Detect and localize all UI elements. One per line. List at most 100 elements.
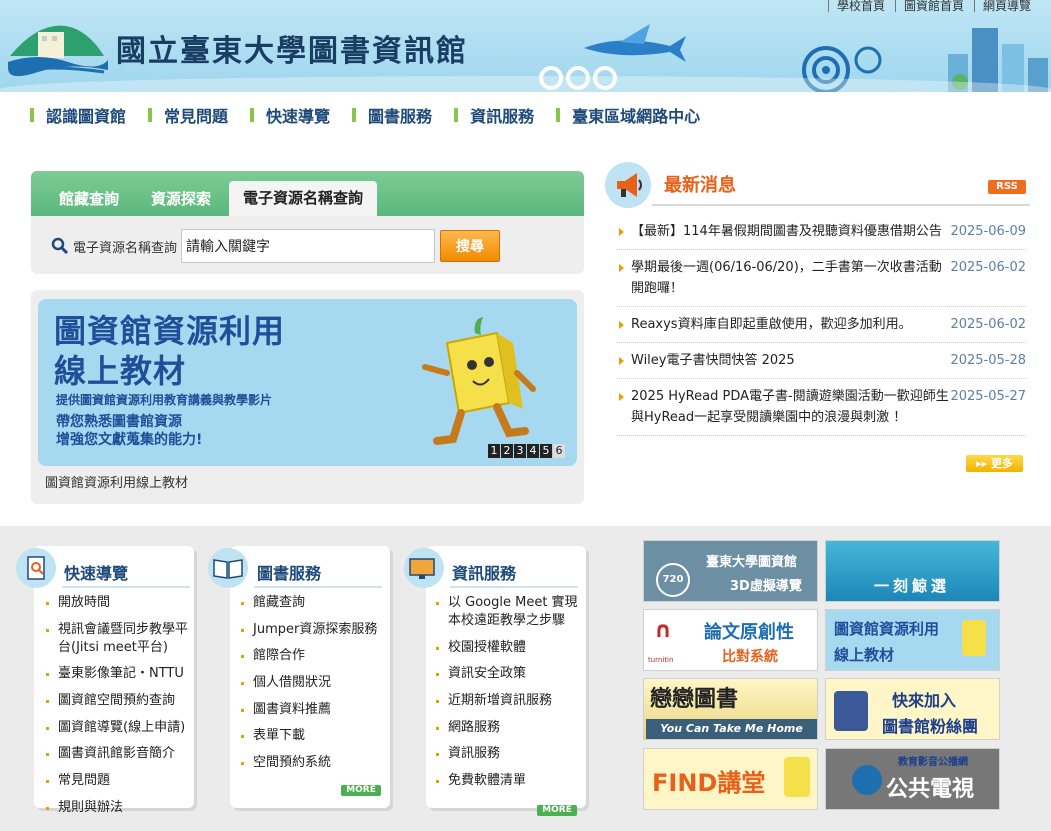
list-item[interactable]: 空間預約系統 [241, 754, 391, 772]
news-item-date: 2025-06-02 [950, 260, 1026, 275]
tab-eresource[interactable]: 電子資源名稱查詢 [229, 181, 378, 216]
nav-quick-guide[interactable]: 快速導覽 [250, 103, 330, 127]
banner-title-line2: 線上教材 [54, 352, 187, 390]
top-link-sitemap[interactable]: 網頁導覽 [973, 0, 1031, 12]
list-item[interactable]: 資訊安全政策 [436, 665, 586, 683]
list-item[interactable]: 圖書資訊館影音簡介 [46, 745, 196, 763]
search-button[interactable]: 搜尋 [440, 230, 501, 262]
list-item[interactable]: 視訊會議暨同步教學平台(Jitsi meet平台) [46, 621, 196, 657]
banner-tagline-line2: 增強您文獻蒐集的能力! [56, 432, 203, 448]
nav-regional-network[interactable]: 臺東區域網路中心 [556, 103, 700, 127]
pager-3[interactable]: 3 [514, 444, 526, 458]
rss-button[interactable]: RSS [988, 180, 1026, 194]
list-item[interactable]: 近期新增資訊服務 [436, 692, 586, 710]
nav-bullet [30, 108, 34, 122]
list-item[interactable]: 網路服務 [436, 719, 586, 737]
news-item-date: 2025-05-27 [950, 389, 1026, 404]
tile-public-tv-line1: 教育影音公播網 [898, 757, 968, 768]
news-item-text: Reaxys資料庫自即起重啟使用，歡迎多加利用。 [631, 317, 912, 332]
tile-whale[interactable]: 一刻鯨選 [825, 540, 1000, 602]
tile-online-course[interactable]: 圖資館資源利用 線上教材 [825, 609, 1000, 671]
tile-find-lecture[interactable]: FIND講堂 [643, 748, 818, 810]
nav-about[interactable]: 認識圖資館 [30, 103, 126, 127]
list-item[interactable]: 圖書資料推薦 [241, 701, 391, 719]
tile-3d-tour-line2: 3D虛擬導覽 [730, 579, 802, 594]
tab-discovery[interactable]: 資源探索 [137, 183, 225, 216]
megaphone-icon [605, 162, 651, 208]
top-link-library[interactable]: 圖資館首頁 [894, 0, 964, 12]
tile-online-course-line1: 圖資館資源利用 [834, 620, 940, 638]
book-mascot-icon [422, 317, 536, 445]
pager-6[interactable]: 6 [553, 444, 565, 458]
tile-3d-tour-line1: 臺東大學圖資館 [706, 555, 798, 570]
banner-pager: 1 2 3 4 5 6 [488, 444, 565, 458]
main-nav: 認識圖資館 常見問題 快速導覽 圖書服務 資訊服務 臺東區域網路中心 [0, 92, 1051, 138]
news-item-date: 2025-05-28 [950, 353, 1026, 368]
banner-caption[interactable]: 圖資館資源利用線上教材 [45, 472, 188, 491]
news-item[interactable]: Wiley電子書快問快答 2025 2025-05-28 [617, 343, 1026, 379]
card-book-services-list: 館藏查詢 Jumper資源探索服務 館際合作 個人借閱狀況 圖書資料推薦 表單下… [241, 594, 391, 781]
tile-public-tv[interactable]: 教育影音公播網 公共電視 [825, 748, 1000, 810]
list-item[interactable]: 館藏查詢 [241, 594, 391, 612]
banner-title: 圖資館資源利用 線上教材 [54, 311, 285, 391]
banner-title-line1: 圖資館資源利用 [54, 312, 286, 350]
nav-bullet [148, 108, 153, 122]
list-item[interactable]: 以 Google Meet 實現本校遠距教學之步驟 [436, 594, 586, 630]
nav-label: 認識圖資館 [46, 107, 127, 126]
nav-info-services[interactable]: 資訊服務 [454, 103, 534, 127]
list-item[interactable]: 臺東影像筆記・NTTU [46, 665, 196, 683]
list-item[interactable]: 規則與辦法 [46, 799, 196, 817]
list-item[interactable]: 個人借閱狀況 [241, 674, 391, 692]
news-item[interactable]: 2025 HyRead PDA電子書-閱讀遊樂園活動一歡迎師生與HyRead一起… [617, 379, 1026, 436]
header-wave [0, 76, 1051, 92]
library-logo[interactable] [8, 16, 108, 80]
nav-book-services[interactable]: 圖書服務 [352, 103, 432, 127]
tile-3d-tour[interactable]: 720 臺東大學圖資館 3D虛擬導覽 [643, 540, 818, 602]
list-item[interactable]: 圖資館導覽(線上申請) [46, 719, 196, 737]
news-item-text: Wiley電子書快問快答 2025 [631, 353, 795, 368]
pager-1[interactable]: 1 [488, 444, 500, 458]
nav-faq[interactable]: 常見問題 [148, 103, 228, 127]
tile-online-course-line2: 線上教材 [834, 646, 895, 664]
list-item[interactable]: 校園授權軟體 [436, 639, 586, 657]
list-item[interactable]: 館際合作 [241, 647, 391, 665]
pager-2[interactable]: 2 [501, 444, 513, 458]
info-services-more-button[interactable]: MORE [537, 805, 577, 816]
list-item[interactable]: 表單下載 [241, 727, 391, 745]
pts-logo-icon [852, 765, 882, 795]
book-mascot-icon [784, 757, 810, 797]
nav-bullet [454, 108, 459, 122]
list-item[interactable]: Jumper資源探索服務 [241, 621, 391, 639]
open-book-icon [208, 548, 248, 588]
tile-fanpage[interactable]: 快來加入 圖書館粉絲團 [825, 678, 1000, 740]
nav-label: 快速導覽 [266, 107, 331, 126]
tab-catalog[interactable]: 館藏查詢 [45, 183, 133, 216]
list-item[interactable]: 常見問題 [46, 772, 196, 790]
tile-fanpage-line1: 快來加入 [892, 691, 957, 710]
list-item[interactable]: 免費軟體清單 [436, 772, 586, 790]
tile-used-books[interactable]: 戀戀圖書 You Can Take Me Home [643, 678, 818, 740]
pager-5[interactable]: 5 [540, 444, 552, 458]
tile-turnitin-logo: turnitin [648, 656, 674, 664]
news-more-button[interactable]: ▸▸ 更多 [966, 455, 1023, 472]
tile-turnitin-line2: 比對系統 [722, 649, 778, 665]
book-services-more-button[interactable]: MORE [341, 785, 381, 796]
banner-panel: 圖資館資源利用 線上教材 提供圖資館資源利用教育講義與教學影片 帶您熟悉圖書館資… [31, 290, 584, 504]
tile-turnitin[interactable]: ∩ turnitin 論文原創性 比對系統 [643, 609, 818, 671]
list-item[interactable]: 圖資館空間預約查詢 [46, 692, 196, 710]
news-item[interactable]: Reaxys資料庫自即起重啟使用，歡迎多加利用。 2025-06-02 [617, 307, 1026, 343]
site-title: 國立臺東大學圖書資訊館 [116, 34, 468, 69]
news-item[interactable]: 學期最後一週(06/16-06/20)，二手書第一次收書活動開跑囉！ 2025-… [617, 250, 1026, 307]
banner-slide[interactable]: 圖資館資源利用 線上教材 提供圖資館資源利用教育講義與教學影片 帶您熟悉圖書館資… [38, 299, 577, 466]
news-item-text: 學期最後一週(06/16-06/20)，二手書第一次收書活動開跑囉！ [631, 260, 942, 296]
news-more-label: 更多 [990, 457, 1013, 470]
top-link-school[interactable]: 學校首頁 [827, 0, 885, 12]
news-item[interactable]: 【最新】114年暑假期間圖書及視聽資料優惠借期公告 2025-06-09 [617, 214, 1026, 250]
list-item[interactable]: 資訊服務 [436, 745, 586, 763]
news-title: 最新消息 [664, 175, 736, 196]
pager-4[interactable]: 4 [527, 444, 539, 458]
search-input[interactable] [181, 229, 436, 263]
card-info-services-title: 資訊服務 [452, 564, 517, 583]
list-item[interactable]: 開放時間 [46, 594, 196, 612]
tile-used-books-line2: You Can Take Me Home [646, 719, 817, 739]
